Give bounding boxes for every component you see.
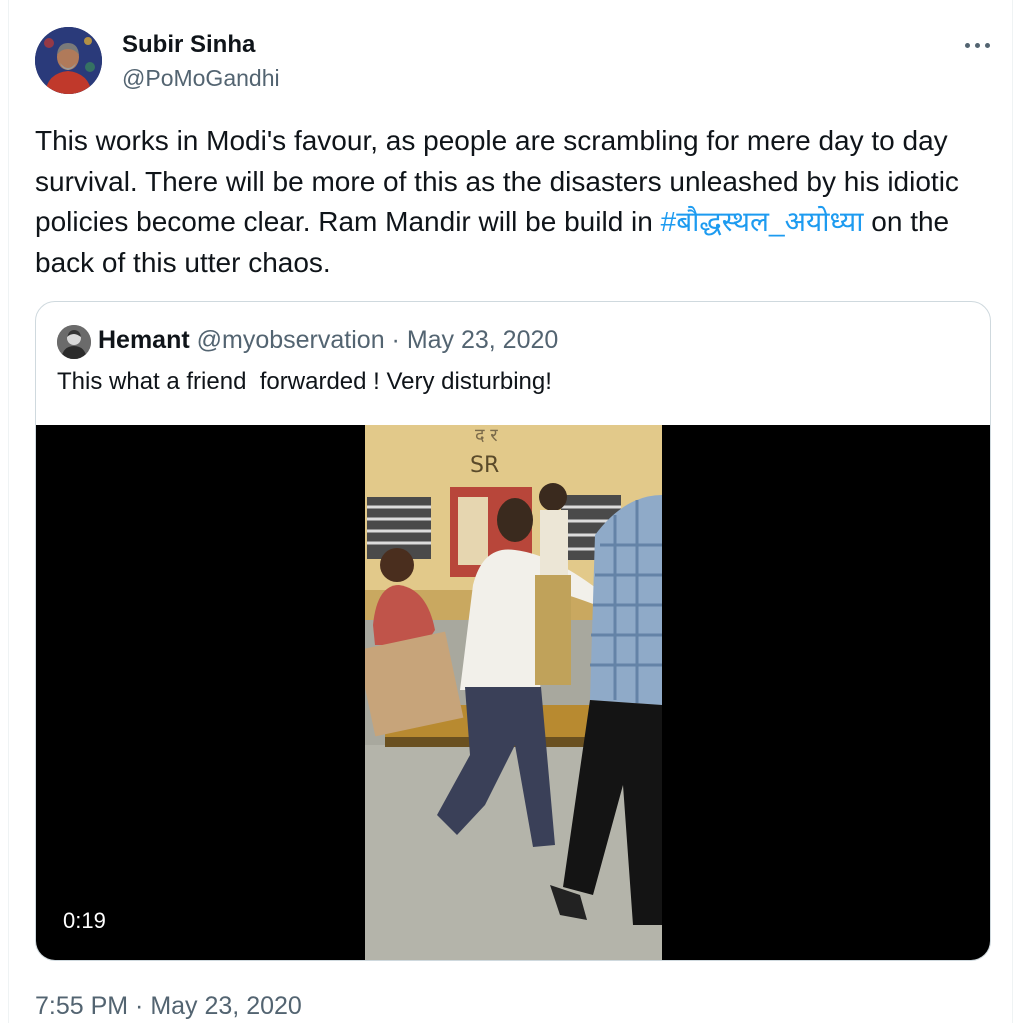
quoted-avatar-image — [57, 325, 91, 359]
quoted-tweet-text: This what a friend forwarded ! Very dist… — [57, 368, 552, 395]
quoted-tweet[interactable]: Hemant @myobservation · May 23, 2020 Thi… — [35, 301, 991, 961]
quoted-author-handle[interactable]: @myobservation — [197, 326, 385, 354]
tweet-timestamp[interactable]: 7:55 PM · May 23, 2020 — [35, 992, 302, 1021]
author-avatar[interactable] — [35, 27, 102, 94]
more-dot — [964, 42, 970, 48]
quoted-separator: · — [384, 326, 407, 354]
author-handle[interactable]: @PoMoGandhi — [122, 65, 280, 92]
author-display-name[interactable]: Subir Sinha — [122, 31, 255, 59]
avatar-image — [35, 27, 102, 94]
video-frame: द र SR — [365, 425, 662, 960]
video-thumbnail: द र SR — [365, 425, 662, 960]
video-player[interactable]: द र SR 0:19 — [36, 425, 990, 960]
hashtag-link[interactable]: #बौद्धस्थल_अयोध्या — [661, 206, 864, 237]
quoted-author-name[interactable]: Hemant — [98, 326, 190, 354]
quoted-date[interactable]: May 23, 2020 — [407, 326, 559, 354]
quoted-author-avatar[interactable] — [57, 325, 91, 359]
sign-text-top: द र — [475, 425, 498, 446]
more-dot — [974, 42, 980, 48]
tweet-text: This works in Modi's favour, as people a… — [35, 121, 1000, 283]
more-horizontal-icon[interactable] — [960, 32, 994, 58]
sign-text: SR — [470, 453, 499, 478]
quoted-tweet-header: Hemant @myobservation · May 23, 2020 — [98, 326, 558, 355]
video-duration: 0:19 — [63, 908, 106, 933]
more-dot — [984, 42, 990, 48]
